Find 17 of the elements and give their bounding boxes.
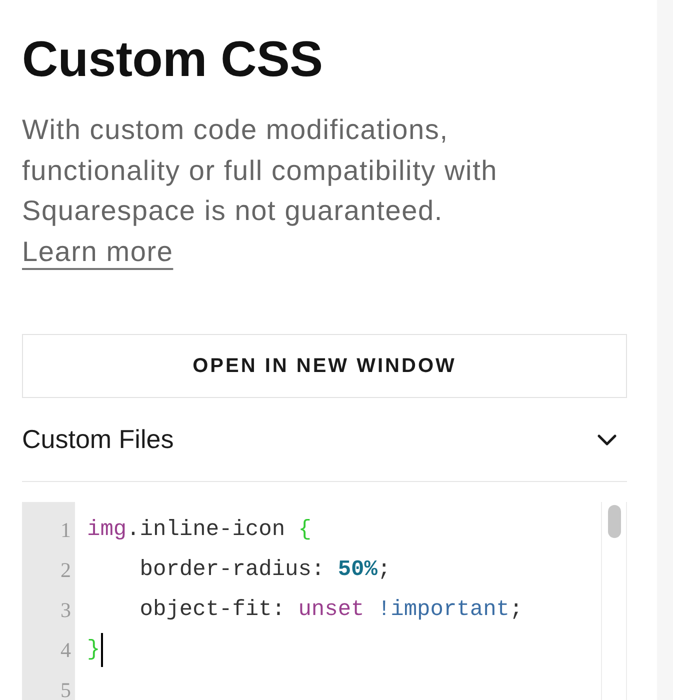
code-editor[interactable]: 1 2 3 4 5 img.inline-icon { border-radius: 50%; object-fit: unset !important; }: [22, 502, 627, 700]
code-line: object-fit: unset !important;: [138, 596, 523, 624]
line-number: 5: [60, 677, 72, 700]
line-number: 4: [60, 637, 72, 664]
page-title: Custom CSS: [22, 30, 324, 88]
line-number: 3: [60, 597, 72, 624]
code-line: }: [87, 636, 100, 664]
description-text: With custom code modifications, functionality or full compatibility with Squarespace is not guaranteed. Learn more: [22, 113, 499, 268]
scrollbar-thumb[interactable]: [608, 505, 620, 538]
section-label: Custom Files: [22, 424, 174, 455]
line-number: 1: [60, 517, 72, 544]
code-line: img.inline-icon {: [87, 516, 312, 544]
line-number: 2: [60, 557, 72, 584]
code-line: border-radius: 50%;: [138, 556, 391, 584]
chevron-icon[interactable]: [597, 434, 617, 446]
learn-more-link[interactable]: Learn more: [22, 236, 174, 266]
open-in-new-window-button[interactable]: OPEN IN NEW WINDOW: [22, 334, 627, 398]
